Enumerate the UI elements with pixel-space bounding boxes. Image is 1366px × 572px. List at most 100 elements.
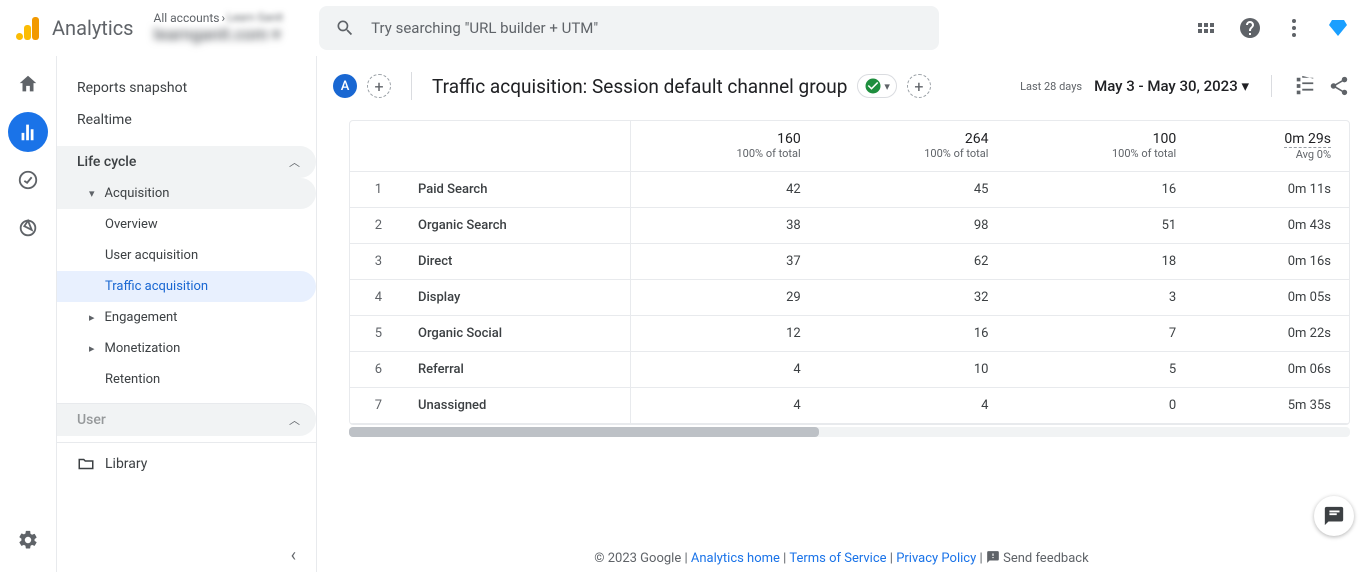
chevron-up-icon: ︿: [289, 412, 300, 428]
sidenav-retention[interactable]: Retention: [57, 364, 316, 395]
chevron-right-icon: ›: [221, 11, 225, 25]
row-c2: 98: [819, 208, 1007, 244]
analytics-logo-icon: [16, 16, 40, 40]
row-c3: 51: [1006, 208, 1194, 244]
row-c2: 4: [819, 388, 1007, 424]
customize-report-icon[interactable]: [1294, 75, 1316, 97]
row-c3: 3: [1006, 280, 1194, 316]
help-icon[interactable]: [1238, 16, 1262, 40]
row-c3: 0: [1006, 388, 1194, 424]
privacy-link[interactable]: Privacy Policy: [896, 551, 976, 566]
account-property: learnganit.com: [154, 25, 268, 45]
rail-advertising[interactable]: [8, 208, 48, 248]
table-row[interactable]: 2Organic Search3898510m 43s: [350, 208, 1349, 244]
row-c3: 18: [1006, 244, 1194, 280]
row-index: 2: [350, 208, 400, 244]
chat-bubble-button[interactable]: [1314, 496, 1354, 536]
row-index: 5: [350, 316, 400, 352]
row-channel: Organic Search: [400, 208, 630, 244]
sidenav-traffic-acq[interactable]: Traffic acquisition: [57, 271, 316, 302]
row-channel: Organic Social: [400, 316, 630, 352]
row-c1: 42: [630, 172, 819, 208]
row-channel: Referral: [400, 352, 630, 388]
table-row[interactable]: 7Unassigned4405m 35s: [350, 388, 1349, 424]
row-index: 4: [350, 280, 400, 316]
row-index: 3: [350, 244, 400, 280]
add-filter-button[interactable]: +: [907, 74, 931, 98]
row-channel: Display: [400, 280, 630, 316]
row-channel: Unassigned: [400, 388, 630, 424]
logo-block[interactable]: Analytics: [16, 16, 134, 40]
report-title: Traffic acquisition: Session default cha…: [432, 75, 847, 98]
diamond-icon[interactable]: [1326, 16, 1350, 40]
search-placeholder: Try searching "URL builder + UTM": [371, 19, 598, 37]
caret-right-icon: ▸: [89, 311, 95, 324]
feedback-icon: [986, 550, 1000, 564]
table-row[interactable]: 5Organic Social121670m 22s: [350, 316, 1349, 352]
sidenav-user-acq[interactable]: User acquisition: [57, 240, 316, 271]
row-c4: 0m 43s: [1194, 208, 1349, 244]
segment-badge[interactable]: A: [333, 74, 357, 98]
send-feedback-link[interactable]: Send feedback: [1003, 551, 1089, 566]
row-c4: 0m 06s: [1194, 352, 1349, 388]
share-icon[interactable]: [1328, 75, 1350, 97]
analytics-home-link[interactable]: Analytics home: [691, 551, 780, 566]
row-c4: 0m 22s: [1194, 316, 1349, 352]
product-name: Analytics: [52, 16, 134, 40]
table-row[interactable]: 6Referral41050m 06s: [350, 352, 1349, 388]
add-comparison-button[interactable]: +: [367, 74, 391, 98]
caret-down-icon: ▾: [89, 187, 95, 200]
row-c3: 5: [1006, 352, 1194, 388]
search-icon: [335, 18, 355, 38]
row-c2: 10: [819, 352, 1007, 388]
folder-icon: [77, 455, 95, 473]
sidenav-user[interactable]: User︿: [57, 403, 316, 436]
row-c1: 4: [630, 388, 819, 424]
apps-icon[interactable]: [1194, 16, 1218, 40]
table-row[interactable]: 1Paid Search4245160m 11s: [350, 172, 1349, 208]
row-c4: 0m 11s: [1194, 172, 1349, 208]
row-c1: 4: [630, 352, 819, 388]
horizontal-scrollbar[interactable]: [349, 427, 1350, 437]
collapse-sidenav-icon[interactable]: ‹: [291, 545, 296, 566]
copyright-text: © 2023 Google: [594, 551, 681, 566]
chevron-up-icon: ︿: [289, 154, 300, 170]
page-footer: © 2023 Google | Analytics home | Terms o…: [317, 550, 1366, 566]
sidenav-engagement[interactable]: ▸Engagement: [57, 302, 316, 333]
rail-home[interactable]: [8, 64, 48, 104]
more-vert-icon[interactable]: [1282, 16, 1306, 40]
table-row[interactable]: 3Direct3762180m 16s: [350, 244, 1349, 280]
summary-col4-sub: Avg 0%: [1212, 148, 1331, 161]
account-selector[interactable]: All accounts › Learn Ganit learnganit.co…: [154, 11, 284, 46]
tos-link[interactable]: Terms of Service: [789, 551, 886, 566]
dropdown-icon: ▾: [272, 25, 281, 45]
sidenav-library[interactable]: Library: [57, 442, 316, 473]
row-c2: 45: [819, 172, 1007, 208]
row-channel: Direct: [400, 244, 630, 280]
sidenav-monetization[interactable]: ▸Monetization: [57, 333, 316, 364]
row-c1: 12: [630, 316, 819, 352]
rail-explore[interactable]: [8, 160, 48, 200]
date-range-picker[interactable]: May 3 - May 30, 2023 ▾: [1094, 77, 1249, 95]
dropdown-icon: ▾: [884, 80, 890, 93]
sidenav-snapshot[interactable]: Reports snapshot: [57, 72, 316, 104]
summary-col2-val: 264: [837, 131, 989, 147]
sidenav-lifecycle[interactable]: Life cycle︿: [57, 146, 316, 178]
row-index: 7: [350, 388, 400, 424]
reports-sidenav: Reports snapshot Realtime Life cycle︿ ▾A…: [56, 56, 316, 572]
sidenav-acquisition[interactable]: ▾Acquisition: [57, 178, 316, 209]
rail-reports[interactable]: [8, 112, 48, 152]
row-c4: 0m 16s: [1194, 244, 1349, 280]
row-c2: 32: [819, 280, 1007, 316]
sidenav-overview[interactable]: Overview: [57, 209, 316, 240]
row-index: 6: [350, 352, 400, 388]
row-channel: Paid Search: [400, 172, 630, 208]
data-quality-pill[interactable]: ▾: [857, 74, 897, 98]
sidenav-realtime[interactable]: Realtime: [57, 104, 316, 136]
summary-col1-sub: 100% of total: [649, 147, 801, 160]
summary-col4-val: 0m 29s: [1284, 131, 1331, 148]
nav-rail: [0, 56, 56, 572]
search-input[interactable]: Try searching "URL builder + UTM": [319, 6, 939, 50]
table-row[interactable]: 4Display293230m 05s: [350, 280, 1349, 316]
rail-admin[interactable]: [8, 520, 48, 560]
